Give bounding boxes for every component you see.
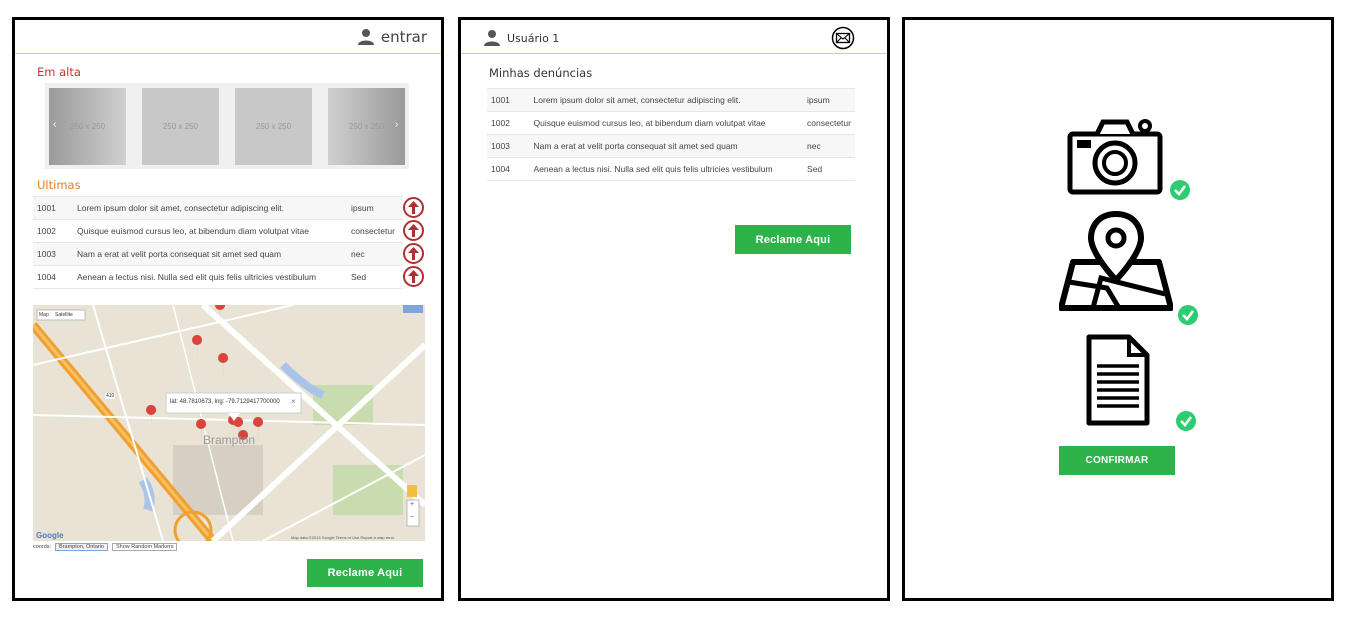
row-id: 1002 (487, 111, 530, 135)
map-canvas[interactable] (33, 305, 425, 541)
row-tag: Sed (347, 265, 403, 289)
coords-bar: coords: Brampton, Ontario Show Random Ma… (33, 543, 178, 551)
upvote-button[interactable] (403, 243, 424, 264)
row-text: Nam a erat at velit porta consequat sit … (73, 242, 347, 266)
google-logo: Google (36, 531, 64, 540)
up-arrow-icon (408, 224, 419, 237)
trending-title: Em alta (37, 65, 81, 79)
table-row[interactable]: 1001 Lorem ipsum dolor sit amet, consect… (487, 88, 855, 112)
document-icon[interactable] (1085, 334, 1151, 426)
up-arrow-icon (408, 201, 419, 214)
trending-carousel[interactable]: 250 x 250 250 x 250 250 x 250 250 x 250 … (45, 83, 409, 169)
map-popup-text: lat: 48.7810673, lng: -79.7129417700000 (170, 399, 280, 405)
map-place-label: Brampton (203, 433, 256, 447)
row-id: 1001 (33, 196, 73, 220)
row-id: 1003 (33, 242, 73, 266)
zoom-in-button[interactable]: + (410, 501, 414, 508)
row-id: 1003 (487, 134, 530, 158)
map-type-map-button[interactable]: Map (39, 312, 49, 318)
table-row[interactable]: 1003 Nam a erat at velit porta consequat… (487, 134, 855, 158)
table-row[interactable]: 1004 Aenean a lectus nisi. Nulla sed eli… (33, 265, 403, 289)
zoom-out-button[interactable]: − (410, 514, 414, 521)
row-tag: ipsum (803, 88, 855, 112)
row-text: Lorem ipsum dolor sit amet, consectetur … (73, 196, 347, 220)
up-arrow-icon (408, 270, 419, 283)
camera-icon[interactable] (1067, 118, 1163, 196)
header: Usuário 1 (461, 20, 887, 54)
table-row[interactable]: 1003 Nam a erat at velit porta consequat… (33, 242, 403, 266)
coords-input[interactable]: Brampton, Ontario (55, 543, 108, 551)
user-icon (357, 29, 374, 45)
row-text: Nam a erat at velit porta consequat sit … (529, 134, 804, 158)
table-row[interactable]: 1004 Aenean a lectus nisi. Nulla sed eli… (487, 157, 855, 181)
row-tag: consectetur (347, 219, 403, 243)
user-profile[interactable]: Usuário 1 (483, 29, 559, 47)
coords-label: coords: (33, 544, 52, 550)
header: entrar (15, 20, 441, 54)
row-id: 1002 (33, 219, 73, 243)
home-screen: entrar Em alta 250 x 250 250 x 250 250 x… (12, 17, 444, 601)
my-complaints-table: 1001 Lorem ipsum dolor sit amet, consect… (487, 88, 855, 181)
latest-title: Ultimas (37, 178, 81, 192)
map-popup-close-icon[interactable]: × (291, 397, 296, 406)
confirm-screen: CONFIRMAR (902, 17, 1334, 601)
my-complaints-title: Minhas denúncias (489, 66, 593, 80)
latest-table: 1001 Lorem ipsum dolor sit amet, consect… (33, 196, 403, 289)
row-tag: consectetur (803, 111, 855, 135)
row-id: 1004 (33, 265, 73, 289)
user-name: Usuário 1 (507, 31, 560, 45)
map-attribution[interactable]: Map data ©2015 Google Terms of Use Repor… (291, 535, 394, 540)
row-id: 1004 (487, 157, 530, 181)
show-random-markers-button[interactable]: Show Random Markers (111, 543, 178, 551)
map-pin-icon[interactable] (1059, 210, 1173, 312)
carousel-next-icon[interactable]: › (395, 119, 398, 130)
reclame-aqui-button[interactable]: Reclame Aqui (735, 225, 851, 254)
map-type-satellite-button[interactable]: Satellite (55, 312, 73, 318)
upvote-button[interactable] (403, 220, 424, 241)
row-text: Quisque euismod cursus leo, at bibendum … (73, 219, 347, 243)
reclame-aqui-button[interactable]: Reclame Aqui (307, 559, 423, 587)
carousel-slide[interactable]: 250 x 250 (328, 88, 405, 165)
carousel-slide[interactable]: 250 x 250 (49, 88, 126, 165)
check-icon (1178, 305, 1198, 325)
table-row[interactable]: 1002 Quisque euismod cursus leo, at bibe… (33, 219, 403, 243)
upvote-button[interactable] (403, 197, 424, 218)
user-icon (484, 30, 500, 46)
highway-shield: 410 (105, 393, 116, 399)
table-row[interactable]: 1001 Lorem ipsum dolor sit amet, consect… (33, 196, 403, 220)
row-id: 1001 (487, 88, 530, 112)
carousel-slide[interactable]: 250 x 250 (142, 88, 219, 165)
user-complaints-screen: Usuário 1 Minhas denúncias 1001 Lorem ip… (458, 17, 890, 601)
carousel-slide[interactable]: 250 x 250 (235, 88, 312, 165)
row-tag: nec (803, 134, 855, 158)
check-icon (1176, 411, 1196, 431)
row-text: Aenean a lectus nisi. Nulla sed elit qui… (529, 157, 804, 181)
upvote-button[interactable] (403, 266, 424, 287)
row-tag: Sed (803, 157, 855, 181)
up-arrow-icon (408, 247, 419, 260)
row-text: Aenean a lectus nisi. Nulla sed elit qui… (73, 265, 347, 289)
table-row[interactable]: 1002 Quisque euismod cursus leo, at bibe… (487, 111, 855, 135)
row-tag: nec (347, 242, 403, 266)
check-icon (1170, 180, 1190, 200)
login-link[interactable]: entrar (357, 28, 427, 46)
carousel-prev-icon[interactable]: ‹ (53, 119, 56, 130)
login-label: entrar (380, 28, 427, 46)
map-view[interactable]: Map Satellite lat: 48.7810673, lng: -79.… (33, 305, 425, 541)
row-text: Lorem ipsum dolor sit amet, consectetur … (529, 88, 804, 112)
confirm-button[interactable]: CONFIRMAR (1059, 446, 1175, 475)
row-text: Quisque euismod cursus leo, at bibendum … (529, 111, 804, 135)
mail-icon[interactable] (831, 26, 855, 50)
row-tag: ipsum (347, 196, 403, 220)
